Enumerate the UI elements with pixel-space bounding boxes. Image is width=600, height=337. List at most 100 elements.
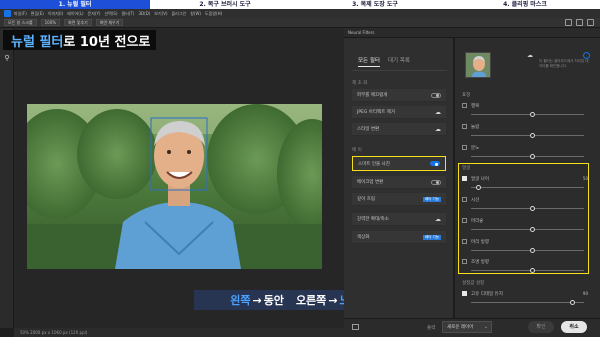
cloud-download-icon[interactable]: ☁ bbox=[435, 109, 441, 116]
filter-makeup-transfer[interactable]: 메이크업 변환 bbox=[352, 176, 446, 189]
filter-label: 강력한 확대/축소 bbox=[357, 217, 389, 222]
filter-jpeg-removal[interactable]: JPEG 아티팩트 제거 ☁ bbox=[352, 106, 446, 119]
filter-super-zoom[interactable]: 강력한 확대/축소 ☁ bbox=[352, 213, 446, 226]
checkbox[interactable] bbox=[462, 145, 467, 150]
step-4: 4. 클리핑 마스크 bbox=[503, 1, 547, 8]
slider-happiness[interactable]: 행복 bbox=[462, 101, 590, 121]
slider-retain-unique-details[interactable]: 고유 디테일 유지 90 bbox=[462, 289, 590, 309]
cloud-download-icon[interactable]: ☁ bbox=[435, 216, 441, 223]
step-1: 1. 뉴럴 필터 bbox=[0, 0, 150, 9]
menu-file[interactable]: 파일(F) bbox=[14, 11, 27, 17]
panel-title: Neural Filters bbox=[348, 30, 375, 35]
photoshop-logo-icon bbox=[4, 10, 11, 17]
output-select[interactable]: 새로운 레이어 ⌄ bbox=[442, 321, 492, 333]
tabs-divider bbox=[352, 70, 447, 71]
menu-3d[interactable]: 3D(D) bbox=[138, 11, 150, 16]
slider-track[interactable] bbox=[471, 156, 584, 157]
filter-depth-blur[interactable]: 깊이 흐림 베타 기능 bbox=[352, 193, 446, 206]
chevron-down-icon: ⌄ bbox=[483, 324, 488, 330]
title-highlight: 뉴럴 필터 bbox=[11, 34, 64, 50]
section-creative: 페 이 bbox=[352, 148, 362, 153]
filter-label: 피부를 매끄럽게 bbox=[357, 93, 388, 98]
step-2: 2. 복구 브러시 도구 bbox=[199, 1, 251, 8]
slider-label: 행복 bbox=[471, 103, 480, 109]
slider-track[interactable] bbox=[471, 302, 584, 303]
output-value: 새로운 레이어 bbox=[447, 325, 474, 330]
checkbox[interactable] bbox=[462, 291, 467, 296]
beta-badge: 베타 기능 bbox=[423, 234, 441, 240]
caption-arrow-right: → bbox=[328, 293, 338, 307]
slider-knob[interactable] bbox=[570, 299, 575, 305]
slider-label: 분노 bbox=[471, 145, 480, 151]
neural-filters-header: Neural Filters bbox=[344, 28, 600, 38]
caption-right: 오른쪽 bbox=[295, 294, 327, 307]
slider-knob[interactable] bbox=[530, 153, 535, 159]
slider-anger[interactable]: 분노 bbox=[462, 143, 590, 163]
ok-button[interactable]: 확인 bbox=[528, 321, 554, 333]
preview-toggle-icon[interactable] bbox=[352, 324, 359, 330]
tab-waitlist[interactable]: 대기 목록 bbox=[388, 56, 410, 67]
neural-filters-footer: 출력 새로운 레이어 ⌄ 확인 취소 bbox=[344, 318, 600, 337]
menu-filter[interactable]: 필터(T) bbox=[122, 11, 135, 17]
slider-track[interactable] bbox=[471, 135, 584, 136]
filter-colorize[interactable]: 색상화 베타 기능 bbox=[352, 231, 446, 244]
filter-toggle[interactable] bbox=[431, 179, 441, 185]
menu-view[interactable]: 보기(V) bbox=[154, 11, 167, 17]
output-label: 출력 bbox=[427, 326, 436, 331]
fit-screen-button[interactable]: 화면 맞추기 bbox=[64, 19, 92, 26]
filter-style-transfer[interactable]: 스타일 변환 ☁ bbox=[352, 123, 446, 136]
options-bar: 모든 창 스크롤 100% 화면 맞추기 화면 채우기 bbox=[0, 18, 600, 28]
slider-surprise[interactable]: 놀람 bbox=[462, 122, 590, 142]
zoom-level[interactable]: 100% bbox=[40, 19, 61, 26]
cloud-download-icon[interactable]: ☁ bbox=[435, 126, 441, 133]
search-icon[interactable] bbox=[576, 19, 583, 26]
filter-label: 메이크업 변환 bbox=[357, 180, 384, 185]
tab-all-filters[interactable]: 모든 필터 bbox=[358, 56, 380, 67]
slider-track[interactable] bbox=[471, 114, 584, 115]
photoshop-window: 1. 뉴럴 필터 2. 복구 브러시 도구 3. 목제 도장 도구 4. 클리핑… bbox=[0, 0, 600, 337]
face-thumbnail[interactable] bbox=[465, 52, 491, 78]
checkbox[interactable] bbox=[462, 124, 467, 129]
filter-smart-portrait[interactable]: 스마트 인물 사진 bbox=[352, 156, 446, 171]
title-rest: 로 10년 전으로 bbox=[63, 34, 151, 50]
portrait-photo bbox=[27, 104, 322, 269]
filter-toggle[interactable] bbox=[431, 92, 441, 98]
slider-value: 90 bbox=[582, 290, 588, 296]
filter-label: 깊이 흐림 bbox=[357, 197, 375, 202]
filter-skin-smoothing[interactable]: 피부를 매끄럽게 bbox=[352, 89, 446, 102]
filter-label: JPEG 아티팩트 제거 bbox=[357, 110, 396, 115]
slider-label: 놀람 bbox=[471, 124, 480, 130]
menu-edit[interactable]: 편집(E) bbox=[31, 11, 44, 17]
caption-left-result: 동안 bbox=[263, 294, 284, 307]
fill-screen-button[interactable]: 화면 채우기 bbox=[95, 19, 124, 26]
menu-type[interactable]: 문자(Y) bbox=[88, 11, 101, 17]
sync-ring-icon bbox=[583, 52, 590, 59]
menu-image[interactable]: 이미지(I) bbox=[48, 11, 63, 17]
filter-list-panel: 모든 필터 대기 목록 제 초 화 피부를 매끄럽게 JPEG 아티팩트 제거 … bbox=[344, 38, 454, 318]
caption-arrow-left: → bbox=[252, 293, 262, 307]
menu-bar: 파일(F) 편집(E) 이미지(I) 레이어(L) 문자(Y) 선택(S) 필터… bbox=[0, 9, 600, 18]
menu-help[interactable]: 도움말(H) bbox=[205, 11, 222, 17]
scroll-all-windows-checkbox[interactable]: 모든 창 스크롤 bbox=[4, 19, 37, 26]
checkbox[interactable] bbox=[462, 103, 467, 108]
zoom-tool-icon[interactable]: ⚲ bbox=[2, 54, 12, 62]
slider-knob[interactable] bbox=[530, 111, 535, 117]
filter-toggle[interactable] bbox=[430, 161, 440, 166]
menu-select[interactable]: 선택(S) bbox=[104, 11, 117, 17]
slider-knob[interactable] bbox=[530, 132, 535, 138]
tools-panel: ✋ ⚲ bbox=[0, 28, 14, 328]
share-icon[interactable] bbox=[565, 19, 572, 26]
tutorial-title: 뉴럴 필터 로 10년 전으로 bbox=[3, 30, 157, 50]
cloud-hint: 이 필터는 클라우드에서 처리된 데이터를 확인합니다. bbox=[539, 59, 589, 68]
filter-label: 스마트 인물 사진 bbox=[358, 161, 390, 167]
menu-plugins[interactable]: 플러그인 bbox=[172, 11, 187, 17]
menu-layer[interactable]: 레이어(L) bbox=[67, 11, 83, 17]
section-portraits: 제 초 화 bbox=[352, 81, 368, 86]
document-photo[interactable] bbox=[27, 104, 322, 269]
filter-label: 스타일 변환 bbox=[357, 127, 380, 132]
cancel-button[interactable]: 취소 bbox=[561, 321, 587, 333]
workspace-icon[interactable] bbox=[587, 19, 594, 26]
slider-label: 고유 디테일 유지 bbox=[471, 291, 503, 297]
section-settings: 설정값 설정 bbox=[462, 281, 485, 286]
menu-window[interactable]: 창(W) bbox=[190, 11, 201, 17]
